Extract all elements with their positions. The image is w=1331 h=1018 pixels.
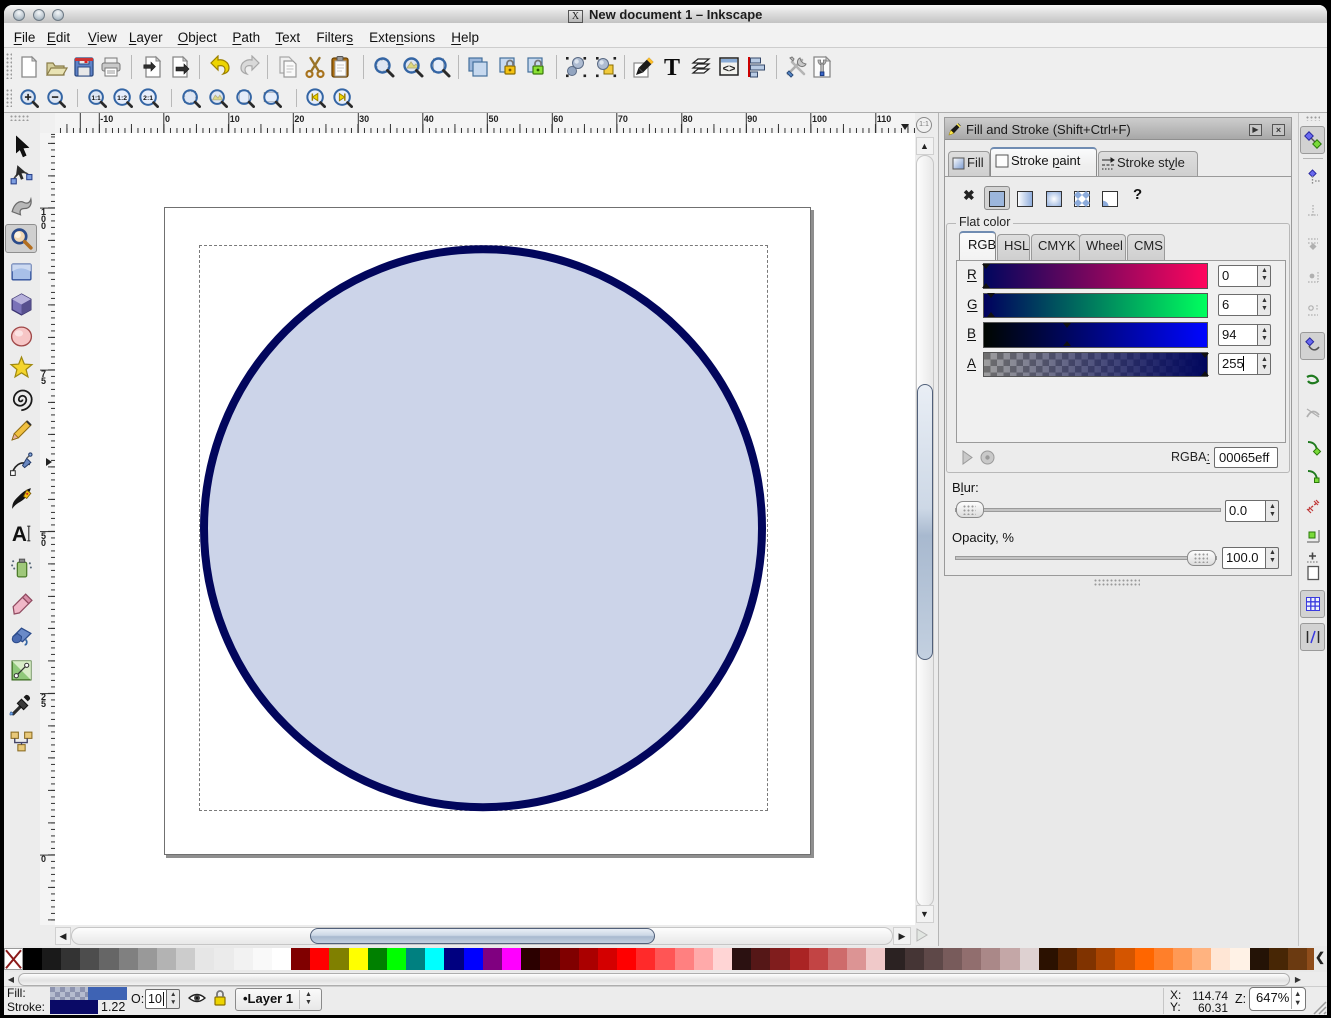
svg-text:T: T [664, 55, 680, 79]
svg-text:2:1: 2:1 [143, 95, 153, 102]
svg-text:A: A [11, 522, 26, 545]
svg-text:1:2: 1:2 [117, 95, 127, 102]
svg-text:1:1: 1:1 [91, 95, 101, 102]
svg-text:<>: <> [723, 63, 736, 75]
